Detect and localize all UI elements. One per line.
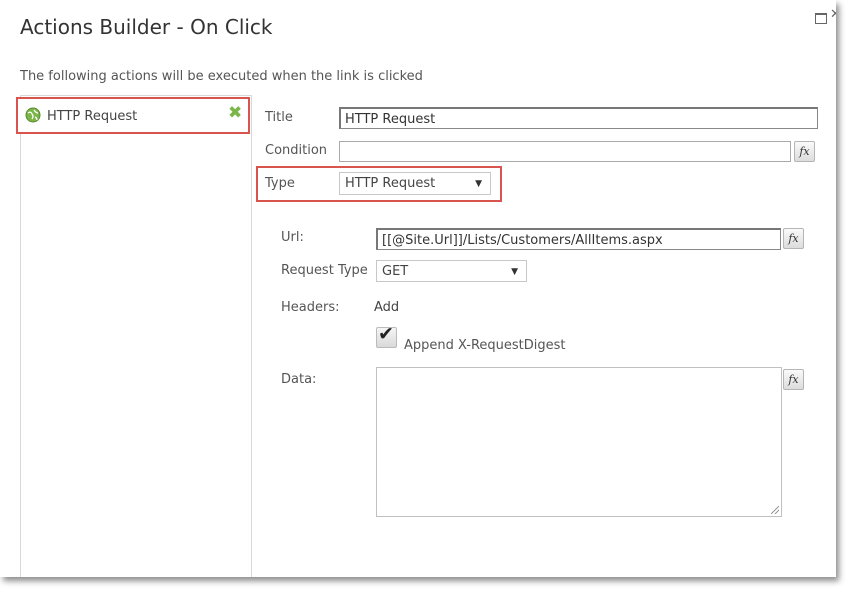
remove-x-icon[interactable]: ✖ xyxy=(228,105,242,122)
title-label: Title xyxy=(265,110,293,125)
dialog-description: The following actions will be executed w… xyxy=(20,69,423,84)
fx-icon: fx xyxy=(788,232,799,245)
dropdown-arrow-icon: ▼ xyxy=(475,179,482,189)
action-item-label: HTTP Request xyxy=(47,109,138,124)
request-type-select[interactable]: GET ▼ xyxy=(376,260,527,282)
dialog-title: Actions Builder - On Click xyxy=(20,15,273,39)
actions-list-panel xyxy=(20,95,252,577)
type-select[interactable]: HTTP Request ▼ xyxy=(339,172,491,195)
url-fx-button[interactable]: fx xyxy=(783,228,804,249)
action-list-item[interactable]: HTTP Request ✖ xyxy=(16,97,250,134)
actions-builder-dialog: Actions Builder - On Click ✕ The followi… xyxy=(0,0,836,577)
request-type-value: GET xyxy=(382,264,409,279)
url-label: Url: xyxy=(281,230,304,245)
type-label: Type xyxy=(265,176,295,191)
type-select-value: HTTP Request xyxy=(345,176,436,191)
request-type-label: Request Type xyxy=(281,263,368,278)
data-textarea[interactable] xyxy=(376,367,782,517)
data-label: Data: xyxy=(281,372,317,387)
fx-icon: fx xyxy=(799,145,810,158)
data-fx-button[interactable]: fx xyxy=(783,369,804,390)
condition-fx-button[interactable]: fx xyxy=(794,141,815,162)
fx-icon: fx xyxy=(788,373,799,386)
title-input[interactable]: HTTP Request xyxy=(339,107,818,129)
maximize-icon[interactable] xyxy=(815,13,827,24)
headers-label: Headers: xyxy=(281,300,340,315)
append-digest-checkbox[interactable]: ✔ xyxy=(376,323,397,348)
close-icon[interactable]: ✕ xyxy=(830,8,836,21)
condition-input[interactable] xyxy=(339,141,791,162)
resize-grip-icon[interactable] xyxy=(771,506,779,514)
checkmark-icon: ✔ xyxy=(378,323,394,345)
append-digest-label: Append X-RequestDigest xyxy=(404,338,566,353)
globe-icon xyxy=(25,107,41,123)
headers-add-link[interactable]: Add xyxy=(374,300,399,315)
dropdown-arrow-icon: ▼ xyxy=(511,267,518,277)
condition-label: Condition xyxy=(265,143,328,158)
url-input[interactable]: [[@Site.Url]]/Lists/Customers/AllItems.a… xyxy=(376,228,781,250)
